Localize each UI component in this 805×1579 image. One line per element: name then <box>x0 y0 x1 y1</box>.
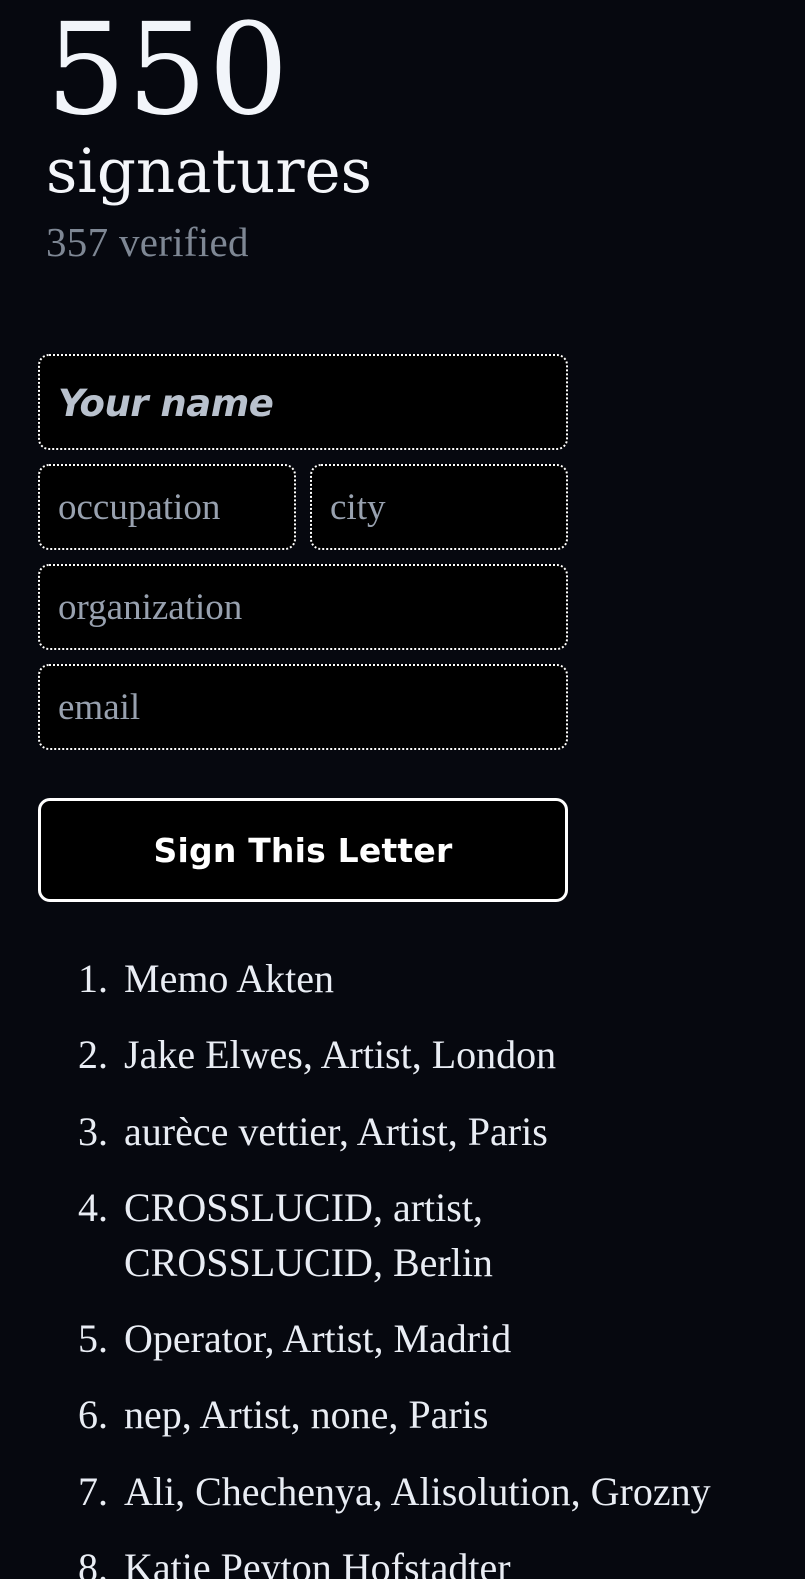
organization-input[interactable] <box>38 564 568 650</box>
verified-count-label: 357 verified <box>46 218 249 265</box>
signature-list-item: Jake Elwes, Artist, London <box>118 1028 718 1082</box>
signature-list-item: aurèce vettier, Artist, Paris <box>118 1105 718 1159</box>
occupation-city-row <box>38 464 568 550</box>
signature-list-item: nep, Artist, none, Paris <box>118 1388 718 1442</box>
name-input[interactable] <box>38 354 568 450</box>
occupation-input[interactable] <box>38 464 296 550</box>
signature-list-item: Memo Akten <box>118 952 718 1006</box>
signature-list-item: Ali, Chechenya, Alisolution, Grozny <box>118 1465 718 1519</box>
signature-counter: 550 signatures 357 verified <box>46 0 746 265</box>
signature-list-item: Operator, Artist, Madrid <box>118 1312 718 1366</box>
signature-page: 550 signatures 357 verified Sign This Le… <box>0 0 805 1579</box>
name-row <box>38 354 568 450</box>
email-input[interactable] <box>38 664 568 750</box>
signature-form: Sign This Letter <box>38 354 568 902</box>
signature-list-item: Katie Peyton Hofstadter <box>118 1541 718 1579</box>
signature-list-item: CROSSLUCID, artist, CROSSLUCID, Berlin <box>118 1181 718 1290</box>
organization-row <box>38 564 568 650</box>
signature-count: 550 <box>46 0 290 143</box>
city-input[interactable] <box>310 464 568 550</box>
signature-list: Memo Akten Jake Elwes, Artist, London aurè… <box>40 952 718 1579</box>
sign-this-letter-button[interactable]: Sign This Letter <box>38 798 568 902</box>
signature-count-label: signatures <box>46 135 372 207</box>
email-row <box>38 664 568 750</box>
